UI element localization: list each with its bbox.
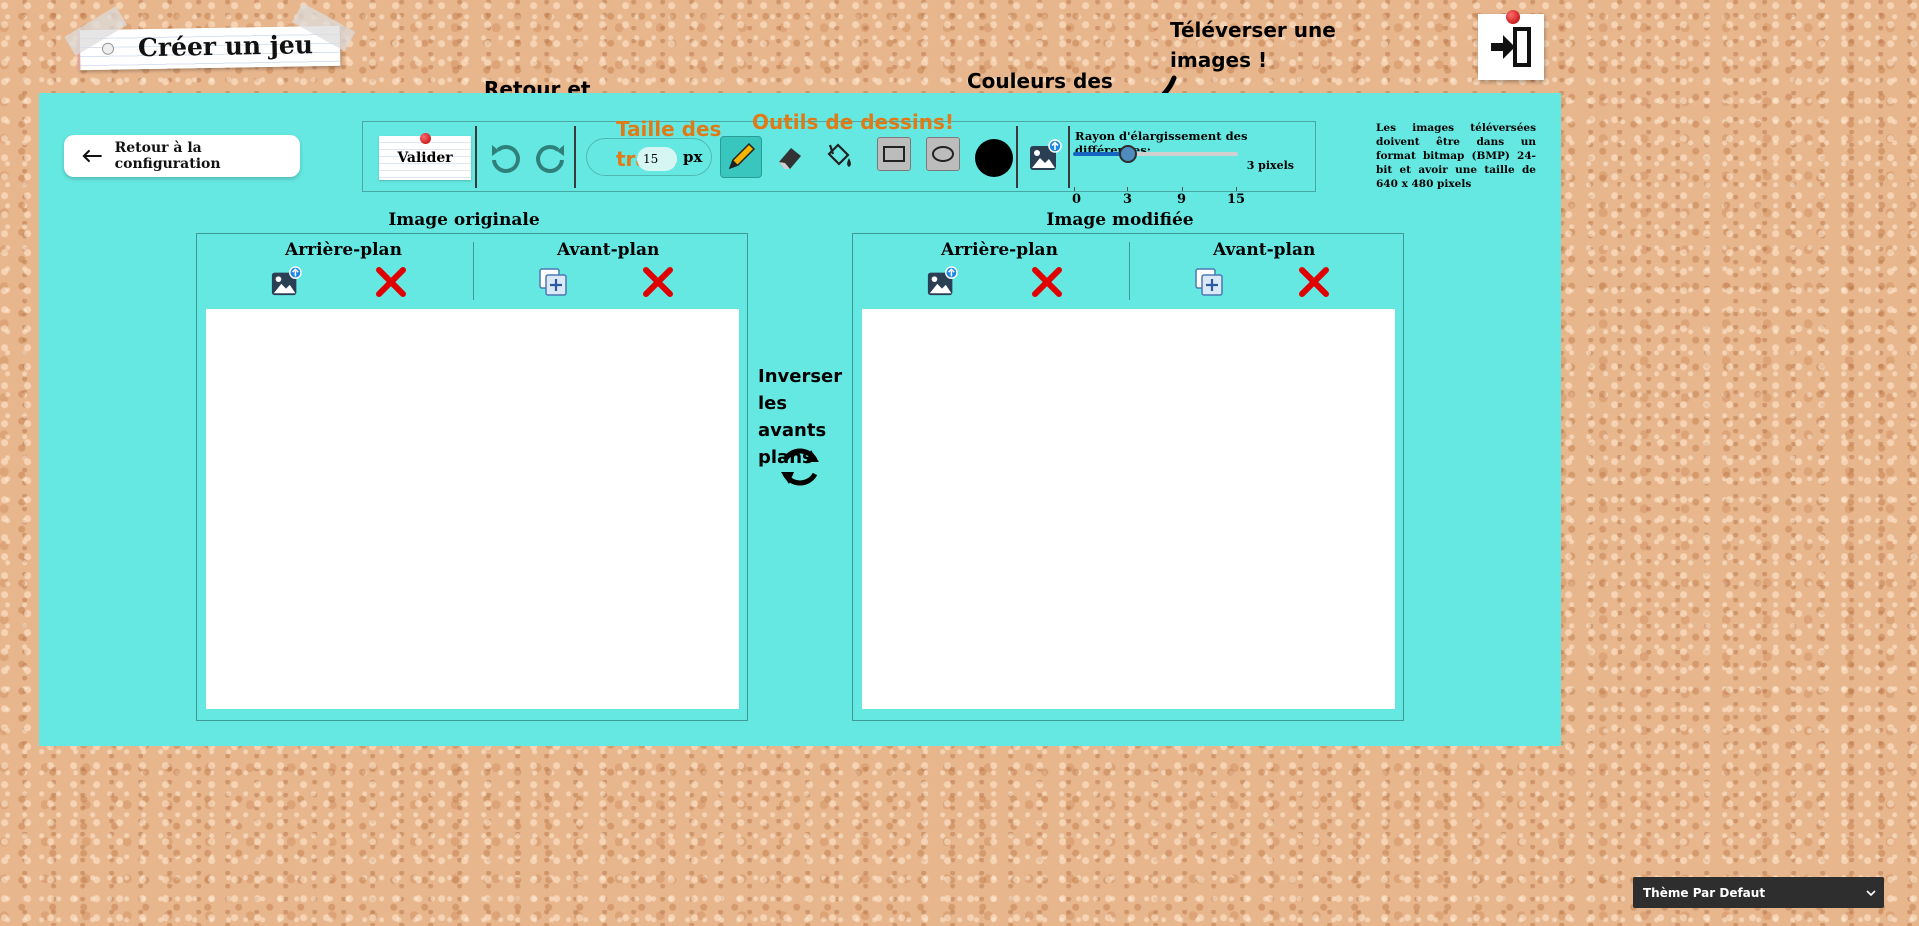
back-to-config-button[interactable]: Retour à la configuration xyxy=(64,135,300,177)
slider-tick-label: 0 xyxy=(1072,192,1082,207)
slider-tick-label: 3 xyxy=(1123,192,1133,207)
pin-icon xyxy=(420,133,431,144)
annotation-drawing-tools: Outils de dessins! xyxy=(752,110,955,134)
slider-tick-label: 15 xyxy=(1227,192,1246,207)
delete-x-icon xyxy=(643,267,673,297)
rectangle-tool-button[interactable] xyxy=(877,137,911,171)
validate-button[interactable]: Valider xyxy=(379,133,471,180)
original-delete-foreground-button[interactable] xyxy=(642,266,674,298)
frame-divider xyxy=(473,242,474,300)
toolbar-divider xyxy=(1016,126,1018,188)
ellipse-icon xyxy=(932,146,954,162)
slider-tick xyxy=(1127,187,1128,191)
logout-icon xyxy=(1491,27,1531,67)
stroke-color-picker[interactable] xyxy=(975,139,1013,177)
radius-value: 3 pixels xyxy=(1246,159,1294,172)
theme-select[interactable]: Thème Par Defaut xyxy=(1633,877,1884,908)
tape-left xyxy=(64,6,128,56)
toolbar-divider xyxy=(1068,126,1070,188)
eraser-icon xyxy=(779,148,801,169)
delete-x-icon xyxy=(376,267,406,297)
page-title-card: Créer un jeu xyxy=(64,2,356,71)
paint-bucket-icon xyxy=(827,143,851,167)
copy-plus-icon xyxy=(1195,268,1223,296)
frame-divider xyxy=(1129,242,1130,300)
theme-select-value: Thème Par Defaut xyxy=(1643,885,1766,900)
annotation-upload: Téléverser une images ! xyxy=(1170,18,1336,72)
stroke-unit-label: px xyxy=(683,148,703,166)
editor-panel: Retour à la configuration Valider Taille… xyxy=(39,93,1561,746)
page-title: Créer un jeu xyxy=(137,30,314,63)
fill-tool-button[interactable] xyxy=(819,138,857,176)
stroke-size-group: px xyxy=(586,138,712,176)
copy-plus-icon xyxy=(539,268,567,296)
original-background-label: Arrière-plan xyxy=(285,240,402,260)
radius-slider-thumb[interactable] xyxy=(1119,145,1137,163)
slider-tick xyxy=(1074,187,1075,191)
delete-x-icon xyxy=(1299,267,1329,297)
image-upload-icon xyxy=(1030,139,1062,170)
validate-label: Valider xyxy=(397,150,453,166)
image-upload-icon xyxy=(927,266,958,296)
image-upload-icon xyxy=(271,266,302,296)
original-image-title: Image originale xyxy=(388,210,540,230)
original-delete-background-button[interactable] xyxy=(375,266,407,298)
undo-icon xyxy=(492,144,520,173)
modified-image-title: Image modifiée xyxy=(1046,210,1194,230)
ellipse-tool-button[interactable] xyxy=(926,137,960,171)
chevron-down-icon xyxy=(1866,889,1876,896)
modified-image-frame: Arrière-plan Avant-plan xyxy=(852,233,1404,721)
modified-image-canvas[interactable] xyxy=(862,309,1395,709)
toolbar-divider xyxy=(574,126,576,188)
pencil-icon xyxy=(728,142,756,170)
card-hole xyxy=(101,42,115,55)
slider-tick-label: 9 xyxy=(1177,192,1187,207)
radius-slider[interactable]: 0 3 9 15 xyxy=(1072,145,1245,207)
original-image-frame: Arrière-plan Avant-plan xyxy=(196,233,748,721)
slider-tick xyxy=(1182,187,1183,191)
undo-button[interactable] xyxy=(487,140,523,176)
eraser-tool-button[interactable] xyxy=(771,138,809,176)
upload-format-info: Les images téléversées doivent être dans… xyxy=(1376,122,1536,190)
modified-background-label: Arrière-plan xyxy=(941,240,1058,260)
swap-foregrounds-button[interactable] xyxy=(775,442,825,496)
modified-delete-foreground-button[interactable] xyxy=(1298,266,1330,298)
refresh-icon xyxy=(781,448,819,486)
modified-upload-background-button[interactable] xyxy=(926,266,958,298)
pin-icon xyxy=(1506,10,1520,24)
back-button-label: Retour à la configuration xyxy=(114,140,221,172)
modified-foreground-label: Avant-plan xyxy=(1213,240,1316,260)
original-image-canvas[interactable] xyxy=(206,309,739,709)
modified-add-foreground-button[interactable] xyxy=(1193,266,1225,298)
redo-icon xyxy=(536,144,564,173)
modified-delete-background-button[interactable] xyxy=(1031,266,1063,298)
original-add-foreground-button[interactable] xyxy=(537,266,569,298)
stroke-size-input[interactable] xyxy=(637,147,677,171)
arrow-left-icon xyxy=(82,149,102,163)
slider-tick xyxy=(1236,187,1237,191)
logout-button[interactable] xyxy=(1478,10,1544,80)
rectangle-icon xyxy=(883,146,905,162)
upload-image-button[interactable] xyxy=(1027,138,1063,174)
pencil-tool-button[interactable] xyxy=(720,136,762,178)
drawing-toolbar: Valider Taille des traits px Outils de d… xyxy=(362,110,1316,207)
original-foreground-label: Avant-plan xyxy=(557,240,660,260)
toolbar-divider xyxy=(475,126,477,188)
redo-button[interactable] xyxy=(533,140,569,176)
original-upload-background-button[interactable] xyxy=(270,266,302,298)
delete-x-icon xyxy=(1032,267,1062,297)
